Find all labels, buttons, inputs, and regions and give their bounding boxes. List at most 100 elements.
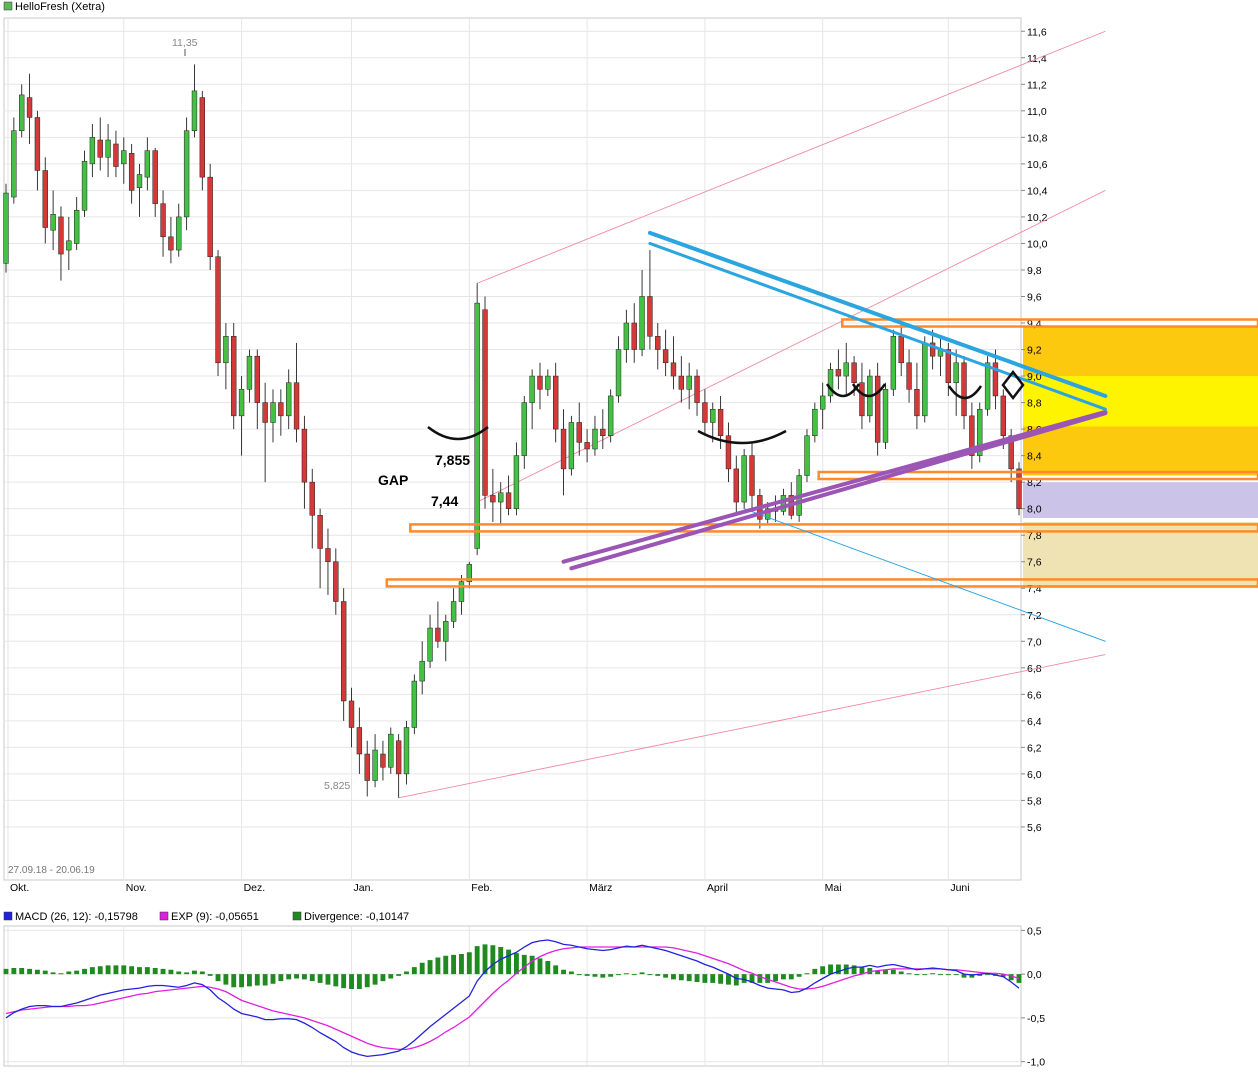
divergence-bar xyxy=(239,974,245,988)
divergence-bar xyxy=(137,967,142,975)
candle-body xyxy=(804,435,810,476)
candle-body xyxy=(513,455,520,509)
candle-body xyxy=(694,375,700,403)
candle-body xyxy=(144,150,151,178)
candle-body xyxy=(560,428,567,470)
candle-body xyxy=(961,362,967,417)
candle-body xyxy=(238,389,245,417)
candle-body xyxy=(207,176,213,257)
candle-body xyxy=(812,408,818,436)
macd-legend-label: EXP (9): -0,05651 xyxy=(171,911,259,923)
candle-body xyxy=(631,322,637,350)
y-tick-label: 10,8 xyxy=(1027,132,1048,144)
divergence-bar xyxy=(294,974,299,979)
candle-body xyxy=(662,349,669,364)
divergence-bar xyxy=(246,974,252,987)
candle-body xyxy=(73,210,80,244)
divergence-bar xyxy=(568,971,574,975)
candle-body xyxy=(223,336,229,364)
divergence-bar xyxy=(804,973,810,975)
gap-label: GAP xyxy=(378,472,408,488)
divergence-bar xyxy=(404,971,409,975)
divergence-bar xyxy=(192,970,197,975)
macd-legend-swatch xyxy=(159,911,169,921)
divergence-bar xyxy=(953,974,959,976)
y-tick-label: 6,6 xyxy=(1027,689,1042,701)
x-tick-label: Nov. xyxy=(126,882,147,894)
stock-chart: HelloFresh (Xetra)5,65,86,06,26,46,66,87… xyxy=(3,1,1258,1069)
divergence-bar xyxy=(694,974,700,982)
divergence-bar xyxy=(168,969,174,975)
divergence-bar xyxy=(718,974,724,984)
divergence-bar xyxy=(451,954,457,975)
macd-y-tick-label: 0,5 xyxy=(1027,925,1042,937)
divergence-bar xyxy=(309,974,315,982)
divergence-bar xyxy=(631,974,637,976)
divergence-bar xyxy=(639,972,645,975)
y-tick-label: 10,2 xyxy=(1027,212,1048,224)
divergence-bar xyxy=(144,967,150,975)
candle-body xyxy=(819,395,826,410)
divergence-bar xyxy=(105,965,111,975)
candle-body xyxy=(42,170,48,228)
divergence-bar xyxy=(42,970,48,975)
divergence-bar xyxy=(710,974,716,983)
candle-body xyxy=(655,336,661,350)
candle-body xyxy=(749,455,755,496)
divergence-bar xyxy=(773,974,779,982)
candle-body xyxy=(58,216,64,255)
candle-body xyxy=(843,362,849,377)
divergence-bar xyxy=(207,974,213,976)
y-tick-label: 6,2 xyxy=(1027,742,1042,754)
divergence-bar xyxy=(702,974,708,983)
divergence-bar xyxy=(741,974,747,983)
divergence-bar xyxy=(945,974,951,976)
candle-body xyxy=(168,236,174,251)
y-tick-label: 8,0 xyxy=(1027,504,1042,516)
candle-body xyxy=(176,216,182,251)
y-tick-label: 10,4 xyxy=(1027,185,1048,197)
divergence-bar xyxy=(74,970,80,975)
divergence-bar xyxy=(89,967,95,975)
divergence-bar xyxy=(411,967,417,975)
divergence-bar xyxy=(270,974,276,984)
macd-y-tick-label: 0,0 xyxy=(1027,969,1042,981)
candle-body xyxy=(576,422,582,443)
divergence-bar xyxy=(341,974,347,989)
divergence-bar xyxy=(372,974,378,985)
divergence-bar xyxy=(788,974,794,980)
divergence-bar xyxy=(380,974,386,982)
divergence-bar xyxy=(325,974,331,985)
candle-body xyxy=(623,322,630,350)
candle-body xyxy=(113,143,119,167)
candle-body xyxy=(882,389,889,443)
candle-body xyxy=(984,362,991,410)
divergence-bar xyxy=(50,972,56,975)
candle-body xyxy=(450,601,457,622)
x-tick-label: Feb. xyxy=(471,882,492,894)
candle-body xyxy=(505,492,512,509)
candle-body xyxy=(1000,395,1006,436)
candle-body xyxy=(325,548,331,562)
candle-body xyxy=(293,382,300,430)
candle-body xyxy=(160,203,166,238)
date-range-label: 27.09.18 - 20.06.19 xyxy=(8,865,95,876)
divergence-bar xyxy=(223,974,229,985)
candle-body xyxy=(97,139,103,158)
candle-body xyxy=(600,428,606,436)
candle-body xyxy=(199,97,206,178)
candle-body xyxy=(717,408,724,436)
candle-body xyxy=(89,137,96,165)
candle-body xyxy=(521,402,527,456)
macd-legend-label: Divergence: -0,10147 xyxy=(304,911,409,923)
candle-body xyxy=(741,455,747,503)
macd-y-tick-label: -0,5 xyxy=(1027,1013,1045,1025)
candle-body xyxy=(3,192,9,264)
candle-body xyxy=(906,362,912,390)
candle-body xyxy=(733,468,739,503)
candle-body xyxy=(835,369,842,377)
divergence-bar xyxy=(11,968,17,975)
candle-body xyxy=(545,375,551,390)
y-tick-label: 5,6 xyxy=(1027,822,1042,834)
candle-body xyxy=(34,117,41,171)
